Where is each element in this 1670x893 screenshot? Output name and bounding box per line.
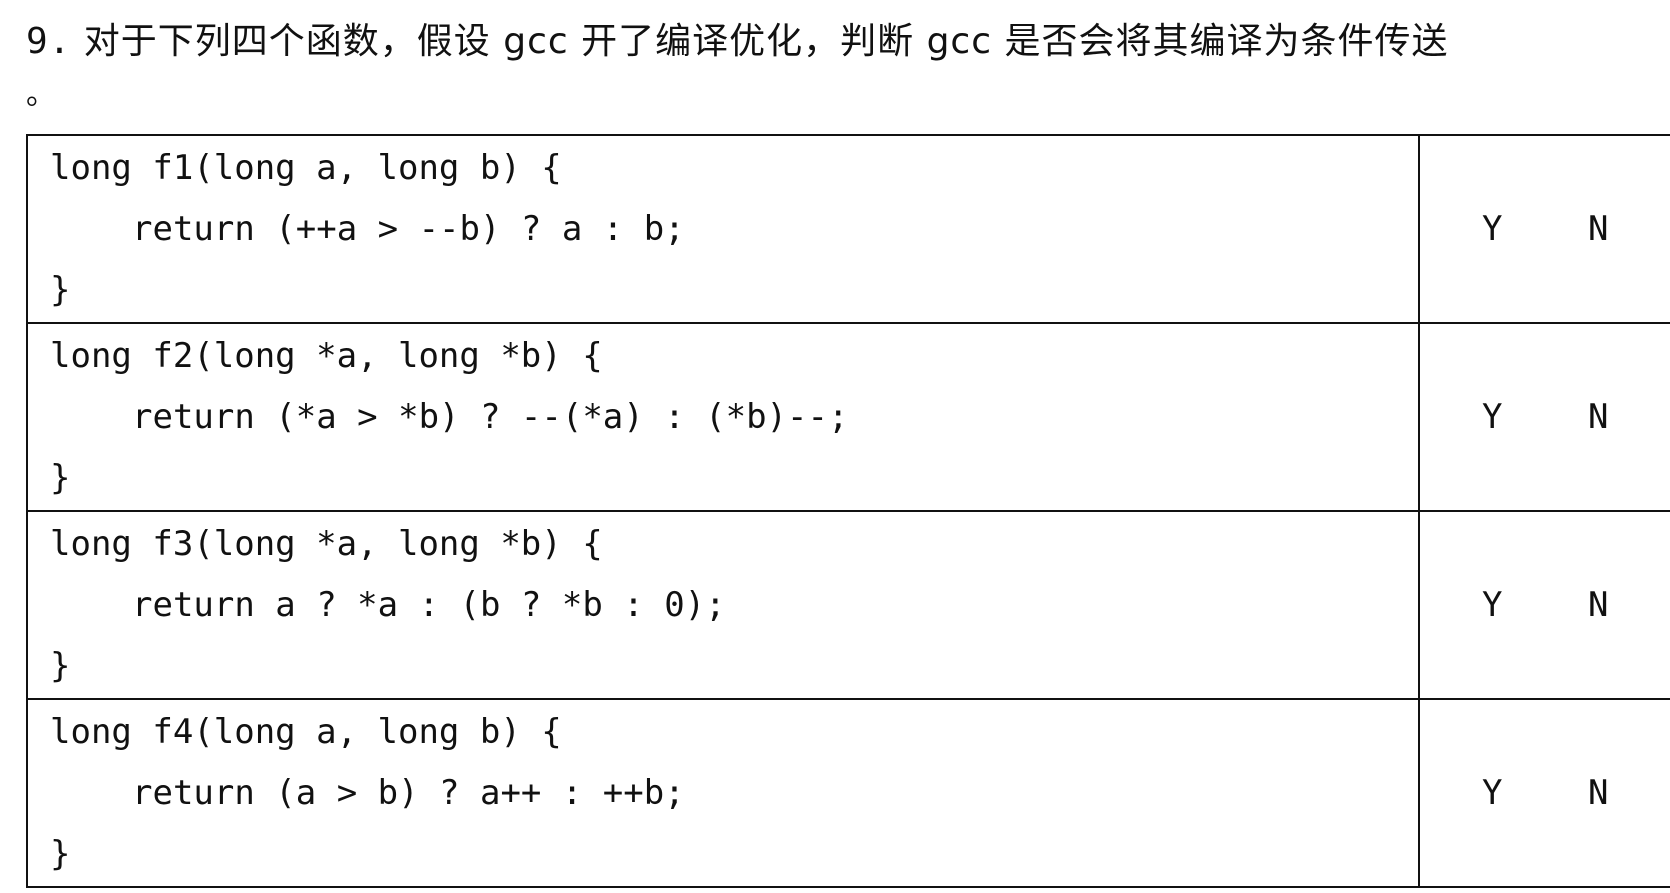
question-table: long f1(long a, long b) { return (++a > … <box>26 134 1670 888</box>
answer-cell-f3: Y N <box>1418 510 1670 700</box>
option-yes-f3[interactable]: Y <box>1482 585 1502 625</box>
code-body: return a ? *a : (b ? *b : 0); <box>132 584 726 625</box>
code-cell-f3: long f3(long *a, long *b) { return a ? *… <box>26 510 1420 700</box>
code-cell-f2: long f2(long *a, long *b) { return (*a >… <box>26 322 1420 512</box>
answer-cell-f1: Y N <box>1418 134 1670 324</box>
answer-cell-f4: Y N <box>1418 698 1670 888</box>
code-closing: } <box>50 457 71 498</box>
answer-cell-f2: Y N <box>1418 322 1670 512</box>
option-yes-f1[interactable]: Y <box>1482 209 1502 249</box>
code-signature: long f4(long a, long b) { <box>50 711 562 752</box>
question-number: 9. <box>26 21 72 62</box>
option-yes-f2[interactable]: Y <box>1482 397 1502 437</box>
option-no-f2[interactable]: N <box>1588 397 1608 437</box>
option-no-f1[interactable]: N <box>1588 209 1608 249</box>
question-text: 9. 对于下列四个函数，假设 gcc 开了编译优化，判断 gcc 是否会将其编译… <box>26 14 1646 120</box>
code-body: return (a > b) ? a++ : ++b; <box>132 772 685 813</box>
code-signature: long f3(long *a, long *b) { <box>50 523 603 564</box>
code-body: return (++a > --b) ? a : b; <box>132 208 685 249</box>
code-signature: long f1(long a, long b) { <box>50 147 562 188</box>
code-cell-f1: long f1(long a, long b) { return (++a > … <box>26 134 1420 324</box>
table-row: long f1(long a, long b) { return (++a > … <box>26 134 1670 324</box>
code-signature: long f2(long *a, long *b) { <box>50 335 603 376</box>
code-closing: } <box>50 269 71 310</box>
table-row: long f2(long *a, long *b) { return (*a >… <box>26 322 1670 512</box>
table-row: long f3(long *a, long *b) { return a ? *… <box>26 510 1670 700</box>
option-yes-f4[interactable]: Y <box>1482 773 1502 813</box>
table-row: long f4(long a, long b) { return (a > b)… <box>26 698 1670 888</box>
question-prompt: 对于下列四个函数，假设 gcc 开了编译优化，判断 gcc 是否会将其编译为条件… <box>71 21 1449 62</box>
code-closing: } <box>50 645 71 686</box>
question-trailing-mark: 。 <box>26 77 57 112</box>
code-cell-f4: long f4(long a, long b) { return (a > b)… <box>26 698 1420 888</box>
option-no-f3[interactable]: N <box>1588 585 1608 625</box>
code-closing: } <box>50 833 71 874</box>
code-body: return (*a > *b) ? --(*a) : (*b)--; <box>132 396 849 437</box>
option-no-f4[interactable]: N <box>1588 773 1608 813</box>
